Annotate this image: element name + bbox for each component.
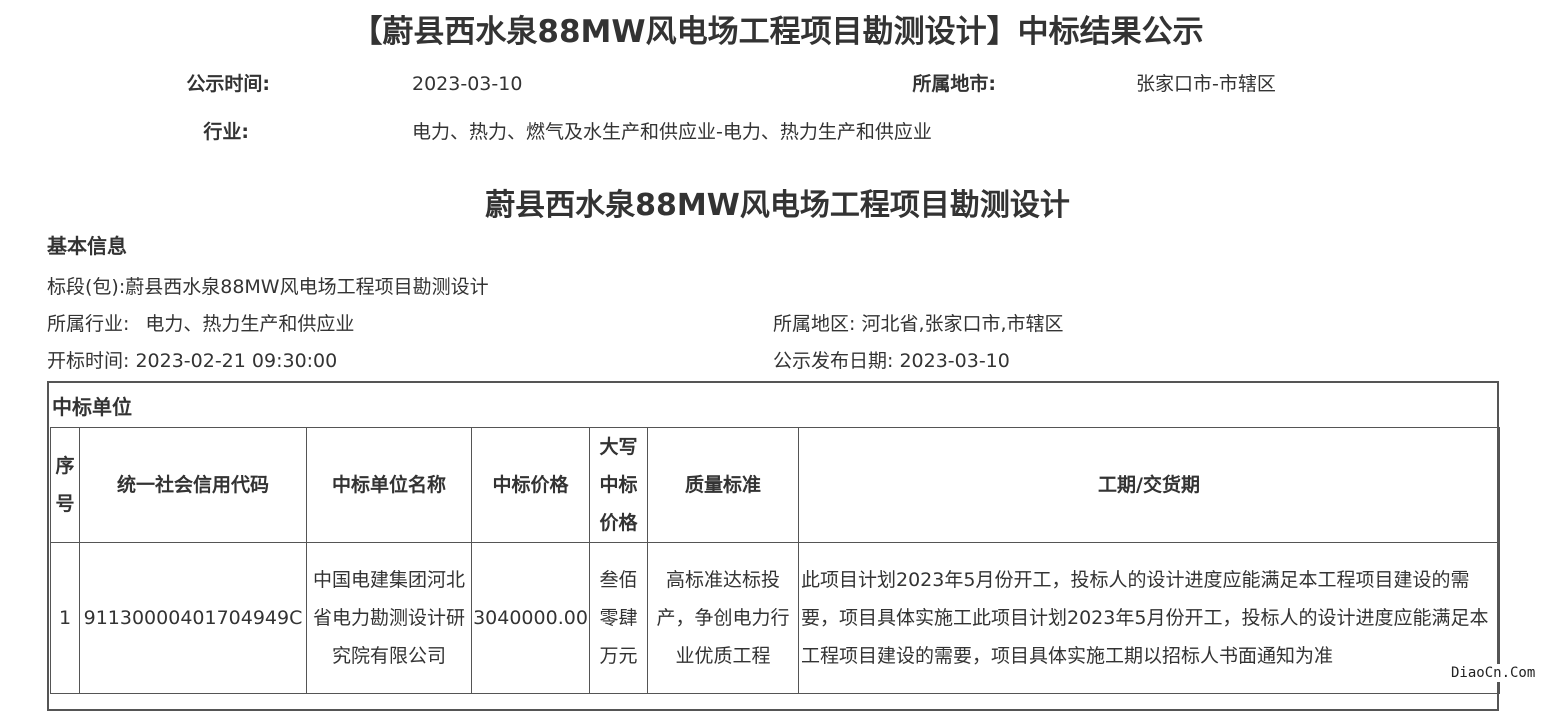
- open-time-line: 开标时间: 2023-02-21 09:30:00: [47, 350, 338, 372]
- city-value: 张家口市-市辖区: [1136, 73, 1276, 95]
- winner-section: 中标单位 序号 统一社会信用代码 中标单位名称 中标价格 大写中标价格 质量标准…: [47, 381, 1500, 711]
- announce-time-value: 2023-03-10: [412, 73, 523, 95]
- industry-line: 所属行业: 电力、热力生产和供应业: [47, 311, 354, 337]
- basic-info-heading: 基本信息: [47, 234, 127, 258]
- industry-line-label: 所属行业:: [47, 313, 130, 335]
- cell-credit-code: 91130000401704949C: [79, 542, 307, 694]
- cell-quality: 高标准达标投产，争创电力行业优质工程: [647, 542, 799, 694]
- cell-price-uppercase: 叁佰零肆万元: [589, 542, 648, 694]
- winner-table: 序号 统一社会信用代码 中标单位名称 中标价格 大写中标价格 质量标准 工期/交…: [50, 427, 1500, 694]
- cell-index: 1: [50, 542, 80, 694]
- col-header-schedule: 工期/交货期: [798, 427, 1500, 543]
- col-header-price: 中标价格: [471, 427, 590, 543]
- table-header-row: 序号 统一社会信用代码 中标单位名称 中标价格 大写中标价格 质量标准 工期/交…: [50, 427, 1500, 543]
- watermark: DiaoCn.Com: [1445, 664, 1542, 682]
- cell-schedule: 此项目计划2023年5月份开工，投标人的设计进度应能满足本工程项目建设的需要，项…: [798, 542, 1500, 694]
- table-row: 1 91130000401704949C 中国电建集团河北省电力勘测设计研究院有…: [50, 542, 1500, 694]
- col-header-quality: 质量标准: [647, 427, 799, 543]
- announce-time-label: 公示时间:: [186, 73, 270, 95]
- project-title: 蔚县西水泉88MW风电场工程项目勘测设计: [485, 188, 1070, 223]
- page-title: 【蔚县西水泉88MW风电场工程项目勘测设计】中标结果公示: [351, 14, 1204, 50]
- col-header-winner-name: 中标单位名称: [306, 427, 472, 543]
- industry-label: 行业:: [203, 121, 249, 143]
- winner-heading: 中标单位: [52, 395, 132, 419]
- industry-value: 电力、热力、燃气及水生产和供应业-电力、热力生产和供应业: [412, 121, 932, 143]
- lot-line: 标段(包):蔚县西水泉88MW风电场工程项目勘测设计: [47, 276, 489, 298]
- industry-line-value: 电力、热力生产和供应业: [145, 313, 355, 335]
- col-header-credit-code: 统一社会信用代码: [79, 427, 307, 543]
- city-label: 所属地市:: [912, 73, 996, 95]
- region-line: 所属地区: 河北省,张家口市,市辖区: [773, 313, 1064, 335]
- cell-winner-name: 中国电建集团河北省电力勘测设计研究院有限公司: [306, 542, 472, 694]
- publish-date-line: 公示发布日期: 2023-03-10: [773, 350, 1010, 372]
- col-header-price-uppercase: 大写中标价格: [589, 427, 648, 543]
- cell-price: 3040000.00: [471, 542, 590, 694]
- col-header-index: 序号: [50, 427, 80, 543]
